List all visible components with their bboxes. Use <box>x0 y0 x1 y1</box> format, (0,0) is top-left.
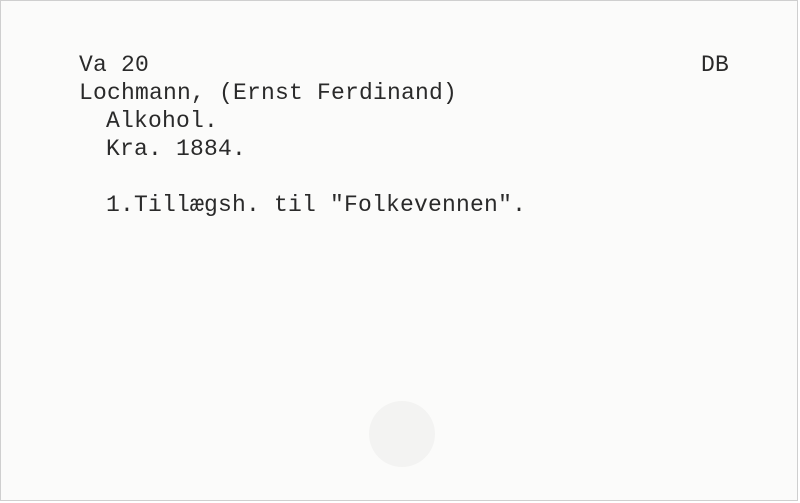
imprint: Kra. 1884. <box>106 136 247 162</box>
call-number: Va 20 <box>79 52 150 78</box>
author-name: Lochmann, (Ernst Ferdinand) <box>79 80 458 106</box>
library-code: DB <box>701 52 730 78</box>
catalog-card: Va 20 DB Lochmann, (Ernst Ferdinand) Alk… <box>0 0 798 501</box>
series-note: 1.Tillægsh. til "Folkevennen". <box>106 192 527 218</box>
book-title: Alkohol. <box>106 108 219 134</box>
punch-hole <box>369 401 435 467</box>
